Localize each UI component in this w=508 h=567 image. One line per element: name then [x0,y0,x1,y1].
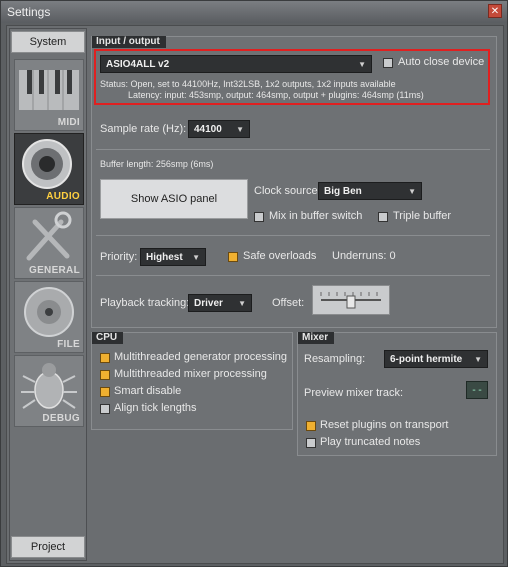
multithreaded-mixer-checkbox[interactable] [100,370,110,380]
slider-track [320,292,381,309]
slider-handle [346,295,356,309]
mix-in-buffer-checkbox[interactable] [254,212,264,222]
device-value: ASIO4ALL v2 [106,59,170,70]
cpu-panel: CPU Multithreaded generator processing M… [91,332,293,430]
chevron-down-icon: ▼ [474,355,482,364]
latency-text: Latency: input: 453smp, output: 464smp, … [128,90,424,100]
sidebar-item-file[interactable]: FILE [14,281,84,353]
triple-buffer-label: Triple buffer [393,210,452,222]
sidebar-item-audio[interactable]: AUDIO [14,133,84,205]
option-label: Multithreaded mixer processing [114,368,267,380]
offset-slider[interactable] [312,285,390,315]
settings-window: Settings ✕ System MIDI AUDIO GENERAL FIL… [0,0,508,567]
panel-header: Input / output [92,36,166,48]
sample-rate-value: 44100 [194,124,222,135]
preview-mixer-track-display[interactable]: -- [466,381,488,399]
show-asio-panel-button[interactable]: Show ASIO panel [100,179,248,219]
sidebar-item-general[interactable]: GENERAL [14,207,84,279]
chevron-down-icon: ▼ [236,125,244,134]
chevron-down-icon: ▼ [408,187,416,196]
window-title: Settings [7,5,51,19]
auto-close-checkbox[interactable] [383,58,393,68]
divider [96,149,490,150]
playback-tracking-dropdown[interactable]: Driver ▼ [188,294,252,312]
sample-rate-dropdown[interactable]: 44100 ▼ [188,120,250,138]
close-icon[interactable]: ✕ [488,4,502,18]
panel-header: Mixer [298,332,335,344]
clock-source-value: Big Ben [324,186,362,197]
resampling-dropdown[interactable]: 6-point hermite ▼ [384,350,488,368]
play-truncated-notes-checkbox[interactable] [306,438,316,448]
auto-close-label: Auto close device [398,56,485,68]
safe-overloads-label: Safe overloads [243,250,317,262]
sidebar-item-label: DEBUG [42,413,80,424]
sidebar: System MIDI AUDIO GENERAL FILE DEBUG Pro… [9,28,87,561]
priority-value: Highest [146,252,183,263]
divider [96,275,490,276]
sample-rate-label: Sample rate (Hz): [100,123,187,135]
settings-body: System MIDI AUDIO GENERAL FILE DEBUG Pro… [6,25,504,564]
device-dropdown[interactable]: ASIO4ALL v2 ▼ [100,55,372,73]
system-tab[interactable]: System [11,31,85,53]
resampling-value: 6-point hermite [390,354,463,365]
mixer-panel: Mixer Resampling: 6-point hermite ▼ Prev… [297,332,497,456]
priority-label: Priority: [100,251,138,263]
clock-source-dropdown[interactable]: Big Ben ▼ [318,182,422,200]
align-tick-lengths-checkbox[interactable] [100,404,110,414]
buffer-length-text: Buffer length: 256smp (6ms) [100,159,214,169]
panel-header: CPU [92,332,124,344]
triple-buffer-checkbox[interactable] [378,212,388,222]
option-label: Multithreaded generator processing [114,351,288,363]
title-bar[interactable]: Settings ✕ [1,1,507,23]
sidebar-item-label: MIDI [57,117,80,128]
status-text: Status: Open, set to 44100Hz, Int32LSB, … [100,79,396,89]
sidebar-item-label: GENERAL [29,265,80,276]
preview-mixer-track-label: Preview mixer track: [304,387,404,399]
chevron-down-icon: ▼ [238,299,246,308]
multithreaded-generator-checkbox[interactable] [100,353,110,363]
clock-source-label: Clock source: [254,185,321,197]
reset-plugins-label: Reset plugins on transport [320,419,449,431]
sidebar-item-label: AUDIO [46,191,80,202]
offset-label: Offset: [272,297,305,309]
project-tab[interactable]: Project [11,536,85,558]
option-label: Smart disable [114,385,182,397]
chevron-down-icon: ▼ [358,60,366,69]
option-label: Align tick lengths [114,402,197,414]
sidebar-item-label: FILE [57,339,80,350]
divider [96,235,490,236]
smart-disable-checkbox[interactable] [100,387,110,397]
sidebar-item-midi[interactable]: MIDI [14,59,84,131]
priority-dropdown[interactable]: Highest ▼ [140,248,206,266]
reset-plugins-checkbox[interactable] [306,421,316,431]
sidebar-item-debug[interactable]: DEBUG [14,355,84,427]
underruns-text: Underruns: 0 [332,250,396,262]
safe-overloads-checkbox[interactable] [228,252,238,262]
playback-tracking-label: Playback tracking: [100,297,190,309]
play-truncated-notes-label: Play truncated notes [320,436,421,448]
mix-in-buffer-label: Mix in buffer switch [269,210,363,222]
playback-tracking-value: Driver [194,298,223,309]
resampling-label: Resampling: [304,353,366,365]
chevron-down-icon: ▼ [192,253,200,262]
input-output-panel: Input / output ASIO4ALL v2 ▼ Auto close … [91,36,497,328]
